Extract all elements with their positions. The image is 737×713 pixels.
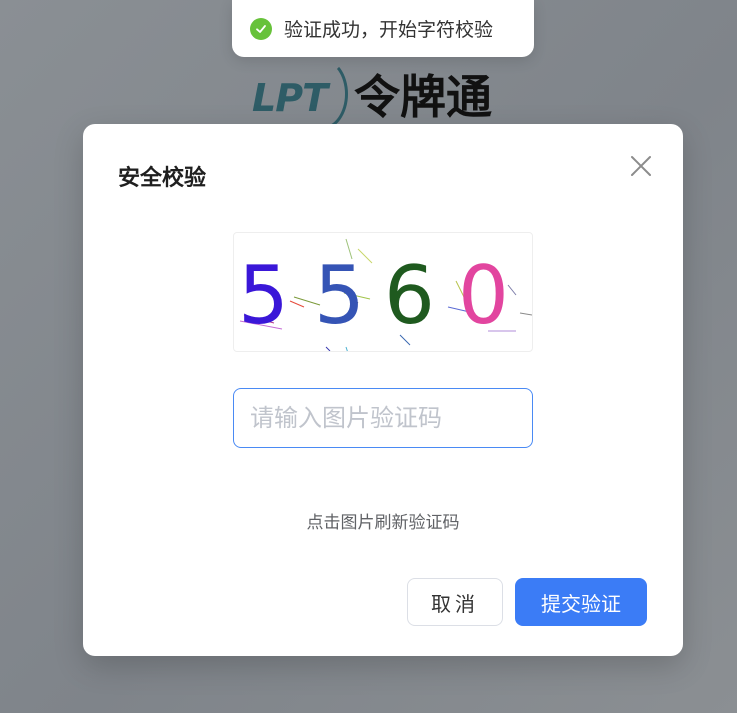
- lpt-logo: LPT: [248, 58, 348, 130]
- captcha-char-4: 0: [458, 249, 509, 342]
- captcha-char-1: 5: [238, 249, 289, 342]
- captcha-char-3: 6: [384, 249, 435, 342]
- captcha-code-input[interactable]: [233, 388, 533, 448]
- captcha-image[interactable]: 5 5 6 0: [233, 232, 533, 352]
- submit-verify-button[interactable]: 提交验证: [515, 578, 647, 626]
- app-title: 令牌通: [354, 70, 492, 124]
- captcha-char-2: 5: [314, 249, 365, 342]
- captcha-svg: 5 5 6 0: [238, 238, 532, 351]
- refresh-hint: 点击图片刷新验证码: [306, 513, 460, 533]
- check-circle-icon: [250, 17, 272, 40]
- cancel-button[interactable]: 取消: [407, 578, 503, 626]
- close-icon[interactable]: [629, 154, 653, 178]
- toast-message: 验证成功，开始字符校验: [284, 19, 494, 41]
- security-check-dialog: 安全校验 5 5 6 0 请输入图片验证码 点击图片刷新验证码 取消 提交验证: [83, 124, 683, 656]
- dialog-title: 安全校验: [118, 166, 207, 191]
- background-brand: LPT 令牌通: [248, 58, 492, 130]
- logo-text: LPT: [252, 76, 328, 120]
- success-toast: 验证成功，开始字符校验: [232, 0, 534, 57]
